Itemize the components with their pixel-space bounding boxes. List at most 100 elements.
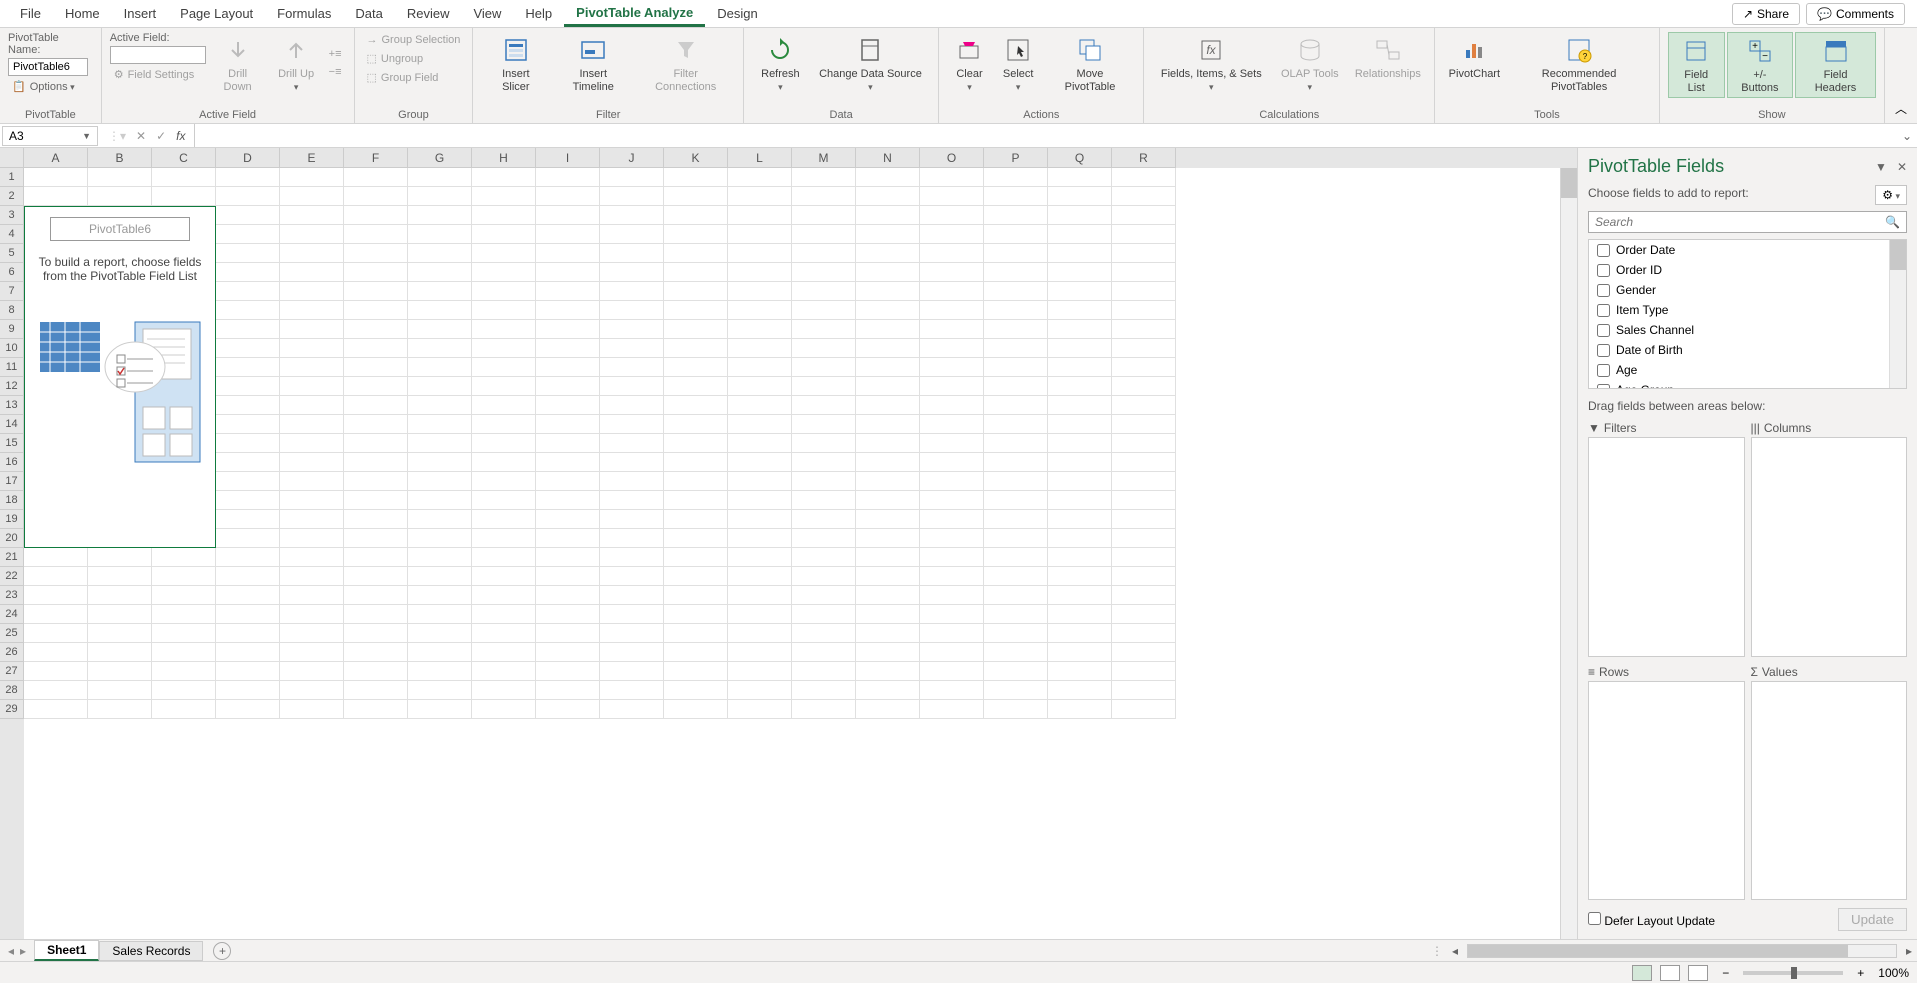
cell[interactable] <box>856 168 920 187</box>
row-header[interactable]: 15 <box>0 434 24 453</box>
column-header[interactable]: O <box>920 148 984 168</box>
cell[interactable] <box>1048 472 1112 491</box>
cell[interactable] <box>984 225 1048 244</box>
cell[interactable] <box>216 206 280 225</box>
cell[interactable] <box>920 244 984 263</box>
cell[interactable] <box>280 339 344 358</box>
cell[interactable] <box>344 529 408 548</box>
field-item[interactable]: Item Type <box>1589 300 1906 320</box>
cell[interactable] <box>920 263 984 282</box>
cell[interactable] <box>600 548 664 567</box>
cell[interactable] <box>408 510 472 529</box>
cell[interactable] <box>1112 700 1176 719</box>
cell[interactable] <box>344 681 408 700</box>
cell[interactable] <box>216 434 280 453</box>
cell[interactable] <box>728 700 792 719</box>
cell[interactable] <box>1048 225 1112 244</box>
cell[interactable] <box>600 434 664 453</box>
cell[interactable] <box>472 225 536 244</box>
cell[interactable] <box>408 301 472 320</box>
cell[interactable] <box>1048 168 1112 187</box>
cell[interactable] <box>1048 548 1112 567</box>
active-field-input[interactable] <box>110 46 206 64</box>
cell[interactable] <box>1112 244 1176 263</box>
column-header[interactable]: P <box>984 148 1048 168</box>
cell[interactable] <box>600 377 664 396</box>
cell[interactable] <box>600 643 664 662</box>
cell[interactable] <box>792 624 856 643</box>
cell[interactable] <box>600 453 664 472</box>
row-header[interactable]: 11 <box>0 358 24 377</box>
cell[interactable] <box>664 396 728 415</box>
cell[interactable] <box>536 472 600 491</box>
fx-icon[interactable]: fx <box>176 129 185 143</box>
cell[interactable] <box>856 567 920 586</box>
cell[interactable] <box>664 244 728 263</box>
cell[interactable] <box>664 605 728 624</box>
cell[interactable] <box>856 662 920 681</box>
cell[interactable] <box>88 168 152 187</box>
cell[interactable] <box>920 605 984 624</box>
field-item[interactable]: Sales Channel <box>1589 320 1906 340</box>
cell[interactable] <box>152 624 216 643</box>
cell[interactable] <box>216 567 280 586</box>
field-checkbox[interactable] <box>1597 364 1610 377</box>
row-header[interactable]: 13 <box>0 396 24 415</box>
row-header[interactable]: 1 <box>0 168 24 187</box>
cell[interactable] <box>408 548 472 567</box>
cell[interactable] <box>728 320 792 339</box>
cell[interactable] <box>216 339 280 358</box>
cell[interactable] <box>600 624 664 643</box>
cell[interactable] <box>216 377 280 396</box>
column-header[interactable]: Q <box>1048 148 1112 168</box>
cell[interactable] <box>792 662 856 681</box>
zoom-in-button[interactable]: + <box>1851 966 1870 980</box>
cell[interactable] <box>536 301 600 320</box>
cell[interactable] <box>216 396 280 415</box>
cell[interactable] <box>1048 624 1112 643</box>
cell[interactable] <box>1112 453 1176 472</box>
vertical-scrollbar[interactable] <box>1560 168 1577 939</box>
field-item[interactable]: Gender <box>1589 280 1906 300</box>
cell[interactable] <box>280 491 344 510</box>
cell[interactable] <box>856 472 920 491</box>
cell[interactable] <box>792 472 856 491</box>
field-checkbox[interactable] <box>1597 344 1610 357</box>
cell[interactable] <box>920 434 984 453</box>
expand-field-button[interactable]: +≡ <box>325 46 346 62</box>
cell[interactable] <box>920 681 984 700</box>
cell[interactable] <box>920 225 984 244</box>
field-item[interactable]: Age Group <box>1589 380 1906 389</box>
tab-page-layout[interactable]: Page Layout <box>168 2 265 25</box>
cell[interactable] <box>792 453 856 472</box>
cell[interactable] <box>280 643 344 662</box>
cell[interactable] <box>472 339 536 358</box>
cell[interactable] <box>1048 605 1112 624</box>
row-header[interactable]: 2 <box>0 187 24 206</box>
cell[interactable] <box>536 187 600 206</box>
cell[interactable] <box>856 605 920 624</box>
cell[interactable] <box>1048 339 1112 358</box>
cell[interactable] <box>344 567 408 586</box>
cell[interactable] <box>472 282 536 301</box>
dropdown-icon[interactable]: ⋮▾ <box>108 129 126 143</box>
cancel-formula-icon[interactable]: ✕ <box>136 129 146 143</box>
cell[interactable] <box>792 605 856 624</box>
cell[interactable] <box>856 415 920 434</box>
cell[interactable] <box>344 377 408 396</box>
cell[interactable] <box>664 529 728 548</box>
comments-button[interactable]: 💬 Comments <box>1806 3 1905 25</box>
cell[interactable] <box>856 510 920 529</box>
cell[interactable] <box>216 168 280 187</box>
cell[interactable] <box>536 548 600 567</box>
cell[interactable] <box>152 643 216 662</box>
cell[interactable] <box>472 396 536 415</box>
cell[interactable] <box>792 434 856 453</box>
cell[interactable] <box>856 548 920 567</box>
cell[interactable] <box>408 396 472 415</box>
cell[interactable] <box>600 415 664 434</box>
rows-drop-zone[interactable] <box>1588 681 1745 901</box>
pivot-placeholder[interactable]: PivotTable6 To build a report, choose fi… <box>24 206 216 548</box>
zoom-level[interactable]: 100% <box>1878 966 1909 980</box>
cell[interactable] <box>792 491 856 510</box>
